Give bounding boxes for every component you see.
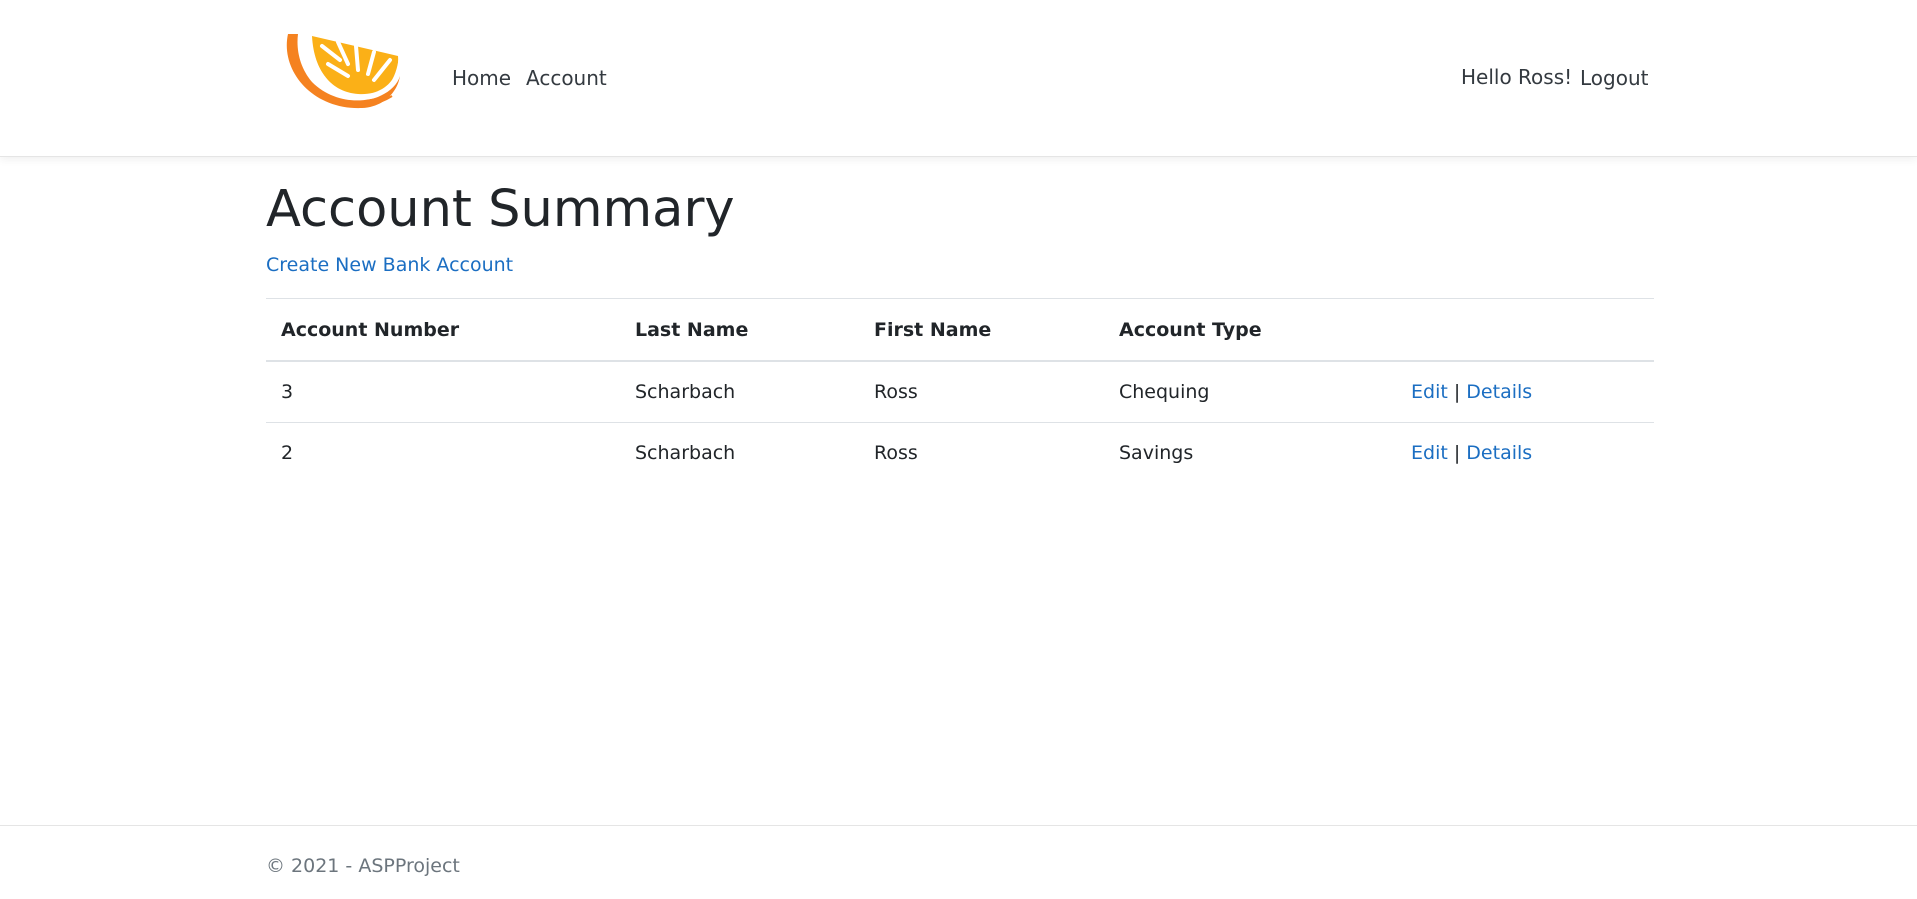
table-header-row: Account Number Last Name First Name Acco… <box>266 298 1654 362</box>
brand-logo[interactable] <box>282 30 404 122</box>
cell-account-type: Chequing <box>1104 361 1396 423</box>
cell-actions: Edit | Details <box>1396 423 1654 484</box>
cell-last-name: Scharbach <box>635 442 736 464</box>
nav-home-link[interactable]: Home <box>452 66 511 90</box>
logout-link[interactable]: Logout <box>1580 66 1648 90</box>
action-separator: | <box>1453 381 1461 403</box>
cell-account-number: 3 <box>266 361 620 423</box>
edit-link[interactable]: Edit <box>1411 381 1448 403</box>
table-row: 3 Scharbach Ross Chequing Edit | Details <box>266 361 1654 423</box>
column-header-actions <box>1396 298 1654 362</box>
navbar: Home Account Hello Ross! Logout <box>0 0 1917 157</box>
cell-account-number: 2 <box>281 442 294 464</box>
footer-copyright: © 2021 - ASPProject <box>266 855 460 877</box>
details-link[interactable]: Details <box>1466 381 1532 403</box>
column-header-account-number: Account Number <box>266 298 620 362</box>
edit-link[interactable]: Edit <box>1411 442 1448 464</box>
accounts-table: Account Number Last Name First Name Acco… <box>266 298 1654 483</box>
details-link[interactable]: Details <box>1466 442 1532 464</box>
nav-account-link[interactable]: Account <box>526 66 607 90</box>
orange-slice-logo-icon <box>286 34 402 109</box>
action-separator: | <box>1453 442 1461 464</box>
create-account-link[interactable]: Create New Bank Account <box>266 253 513 277</box>
cell-last-name: Scharbach <box>620 361 859 423</box>
cell-first-name: Ross <box>874 442 918 464</box>
cell-first-name: Ross <box>859 361 1104 423</box>
column-header-account-type: Account Type <box>1104 298 1396 362</box>
column-header-last-name: Last Name <box>620 298 859 362</box>
cell-actions: Edit | Details <box>1396 361 1654 423</box>
user-greeting: Hello Ross! <box>1461 65 1573 89</box>
page-title: Account Summary <box>266 180 735 239</box>
cell-account-type: Savings <box>1119 442 1194 464</box>
column-header-first-name: First Name <box>859 298 1104 362</box>
table-row: 2 Scharbach Ross Savings Edit | Details <box>266 423 1654 484</box>
footer: © 2021 - ASPProject <box>0 825 1917 899</box>
